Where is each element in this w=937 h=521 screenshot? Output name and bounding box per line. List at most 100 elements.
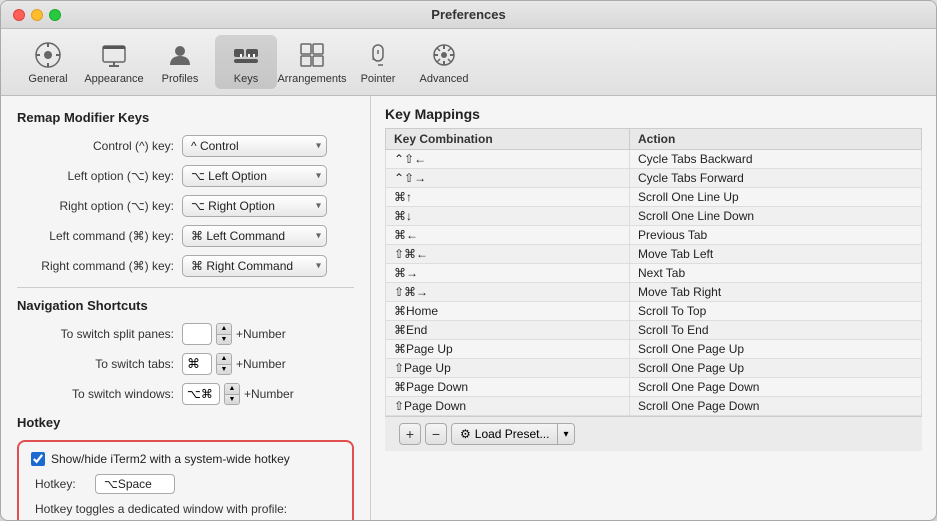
toolbar-item-advanced[interactable]: Advanced xyxy=(413,35,475,89)
split-panes-input[interactable] xyxy=(182,323,212,345)
profiles-icon xyxy=(164,39,196,71)
table-row[interactable]: ⇧Page DownScroll One Page Down xyxy=(386,397,922,416)
control-key-label: Control (^) key: xyxy=(17,139,182,153)
control-key-select[interactable]: ^ Control ⌥ Left Option ⌥ Right Option ⌘… xyxy=(182,135,327,157)
switch-tabs-controls: ▲ ▼ +Number xyxy=(182,353,286,375)
split-panes-row: To switch split panes: ▲ ▼ +Number xyxy=(17,323,354,345)
switch-tabs-stepper-down[interactable]: ▼ xyxy=(217,365,231,375)
control-key-row: Control (^) key: ^ Control ⌥ Left Option… xyxy=(17,135,354,157)
split-panes-label: To switch split panes: xyxy=(17,327,182,341)
table-row[interactable]: ⌘EndScroll To End xyxy=(386,321,922,340)
key-mappings-title: Key Mappings xyxy=(385,106,922,122)
table-row[interactable]: ⇧⌘←Move Tab Left xyxy=(386,245,922,264)
key-cell: ⌃⇧← xyxy=(386,150,630,169)
switch-tabs-suffix: +Number xyxy=(236,357,286,371)
hotkey-input-label: Hotkey: xyxy=(35,477,95,491)
hotkey-checkbox[interactable] xyxy=(31,452,45,466)
action-cell: Cycle Tabs Forward xyxy=(630,169,922,188)
table-row[interactable]: ⌘HomeScroll To Top xyxy=(386,302,922,321)
table-row[interactable]: ⌘←Previous Tab xyxy=(386,226,922,245)
action-cell: Previous Tab xyxy=(630,226,922,245)
left-command-select-wrapper: ⌘ Left Command ▾ xyxy=(182,225,327,247)
hotkey-section: Hotkey Show/hide iTerm2 with a system-wi… xyxy=(17,415,354,520)
divider-1 xyxy=(17,287,354,288)
switch-tabs-stepper: ▲ ▼ xyxy=(216,353,232,375)
remap-title: Remap Modifier Keys xyxy=(17,110,354,125)
toolbar-item-general[interactable]: General xyxy=(17,35,79,89)
key-cell: ⌘→ xyxy=(386,264,630,283)
km-table-header: Key Combination Action xyxy=(386,129,922,150)
load-preset-dropdown-button[interactable]: ▾ xyxy=(557,423,573,445)
hotkey-value[interactable]: ⌥Space xyxy=(95,474,175,494)
title-bar: Preferences xyxy=(1,1,936,29)
right-command-row: Right command (⌘) key: ⌘ Right Command ▾ xyxy=(17,255,354,277)
maximize-button[interactable] xyxy=(49,9,61,21)
table-row[interactable]: ⌘↓Scroll One Line Down xyxy=(386,207,922,226)
switch-tabs-input[interactable] xyxy=(182,353,212,375)
action-cell: Scroll One Page Down xyxy=(630,397,922,416)
right-command-label: Right command (⌘) key: xyxy=(17,259,182,273)
switch-windows-input[interactable] xyxy=(182,383,220,405)
right-option-select[interactable]: ⌥ Right Option xyxy=(182,195,327,217)
advanced-label: Advanced xyxy=(420,73,469,85)
toolbar-item-arrangements[interactable]: Arrangements xyxy=(281,35,343,89)
right-command-select[interactable]: ⌘ Right Command xyxy=(182,255,327,277)
left-command-label: Left command (⌘) key: xyxy=(17,229,182,243)
remove-mapping-button[interactable]: − xyxy=(425,423,447,445)
switch-windows-label: To switch windows: xyxy=(17,387,182,401)
appearance-label: Appearance xyxy=(84,73,143,85)
toolbar-item-profiles[interactable]: Profiles xyxy=(149,35,211,89)
load-preset-label: Load Preset... xyxy=(475,427,550,441)
table-row[interactable]: ⇧Page UpScroll One Page Up xyxy=(386,359,922,378)
switch-tabs-stepper-up[interactable]: ▲ xyxy=(217,354,231,365)
key-cell: ⇧⌘→ xyxy=(386,283,630,302)
key-cell: ⌘← xyxy=(386,226,630,245)
table-row[interactable]: ⌘Page DownScroll One Page Down xyxy=(386,378,922,397)
add-mapping-button[interactable]: + xyxy=(399,423,421,445)
key-cell: ⇧⌘← xyxy=(386,245,630,264)
table-row[interactable]: ⌘Page UpScroll One Page Up xyxy=(386,340,922,359)
advanced-icon xyxy=(428,39,460,71)
control-key-select-wrapper: ^ Control ⌥ Left Option ⌥ Right Option ⌘… xyxy=(182,135,327,157)
minimize-button[interactable] xyxy=(31,9,43,21)
preferences-window: Preferences General xyxy=(0,0,937,521)
main-content: Remap Modifier Keys Control (^) key: ^ C… xyxy=(1,96,936,520)
hotkey-checkbox-row: Show/hide iTerm2 with a system-wide hotk… xyxy=(31,452,340,466)
switch-windows-stepper-down[interactable]: ▼ xyxy=(225,395,239,405)
close-button[interactable] xyxy=(13,9,25,21)
pointer-icon xyxy=(362,39,394,71)
action-cell: Scroll One Page Up xyxy=(630,340,922,359)
left-option-select[interactable]: ⌥ Left Option xyxy=(182,165,327,187)
left-option-select-wrapper: ⌥ Left Option ▾ xyxy=(182,165,327,187)
action-cell: Scroll One Line Up xyxy=(630,188,922,207)
action-cell: Move Tab Right xyxy=(630,283,922,302)
table-row[interactable]: ⌘→Next Tab xyxy=(386,264,922,283)
arrangements-label: Arrangements xyxy=(277,73,346,85)
toolbar-item-appearance[interactable]: Appearance xyxy=(83,35,145,89)
split-panes-stepper-up[interactable]: ▲ xyxy=(217,324,231,335)
split-panes-suffix: +Number xyxy=(236,327,286,341)
table-row[interactable]: ⌃⇧←Cycle Tabs Backward xyxy=(386,150,922,169)
table-row[interactable]: ⌃⇧→Cycle Tabs Forward xyxy=(386,169,922,188)
right-option-label: Right option (⌥) key: xyxy=(17,199,182,213)
left-command-row: Left command (⌘) key: ⌘ Left Command ▾ xyxy=(17,225,354,247)
hotkey-checkbox-label: Show/hide iTerm2 with a system-wide hotk… xyxy=(51,452,290,466)
action-cell: Scroll One Page Up xyxy=(630,359,922,378)
appearance-icon xyxy=(98,39,130,71)
key-cell: ⌘Page Up xyxy=(386,340,630,359)
table-row[interactable]: ⇧⌘→Move Tab Right xyxy=(386,283,922,302)
left-command-select[interactable]: ⌘ Left Command xyxy=(182,225,327,247)
switch-windows-controls: ▲ ▼ +Number xyxy=(182,383,294,405)
toolbar-item-keys[interactable]: Keys xyxy=(215,35,277,89)
right-panel: Key Mappings Key Combination Action ⌃⇧←C… xyxy=(371,96,936,520)
table-row[interactable]: ⌘↑Scroll One Line Up xyxy=(386,188,922,207)
switch-windows-row: To switch windows: ▲ ▼ +Number xyxy=(17,383,354,405)
key-cell: ⇧Page Up xyxy=(386,359,630,378)
load-preset-button[interactable]: ⚙ Load Preset... xyxy=(452,423,557,445)
split-panes-stepper-down[interactable]: ▼ xyxy=(217,335,231,345)
toolbar-item-pointer[interactable]: Pointer xyxy=(347,35,409,89)
switch-windows-stepper-up[interactable]: ▲ xyxy=(225,384,239,395)
action-cell: Scroll One Page Down xyxy=(630,378,922,397)
action-cell: Next Tab xyxy=(630,264,922,283)
right-option-row: Right option (⌥) key: ⌥ Right Option ▾ xyxy=(17,195,354,217)
